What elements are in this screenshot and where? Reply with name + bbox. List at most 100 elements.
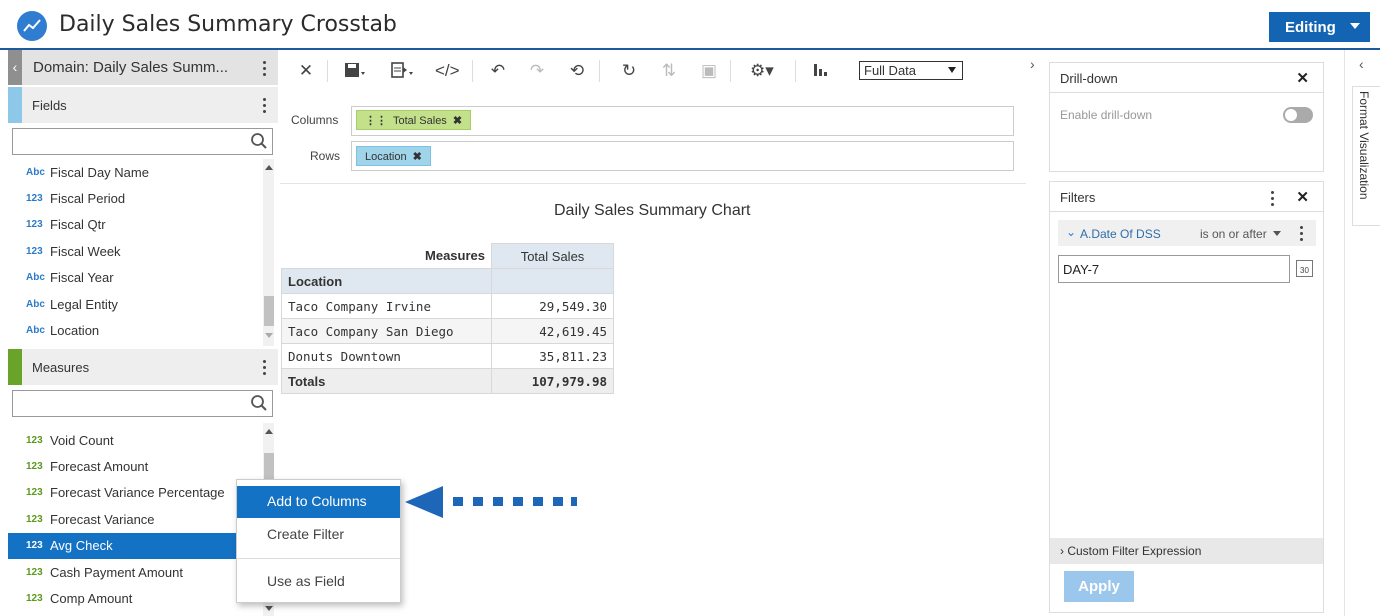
list-item[interactable]: 123 Comp Amount bbox=[8, 585, 263, 611]
fields-search-field[interactable] bbox=[12, 128, 273, 155]
scroll-down-icon[interactable] bbox=[265, 606, 273, 611]
data-mode-select[interactable]: Full Data bbox=[859, 61, 963, 80]
measures-menu-icon[interactable] bbox=[261, 360, 267, 378]
numeric-type-icon: 123 bbox=[26, 513, 43, 525]
drag-handle-icon[interactable]: ⋮⋮ bbox=[365, 115, 387, 127]
list-item[interactable]: Abc Fiscal Day Name bbox=[8, 159, 263, 185]
use-as-field-menu-item[interactable]: Use as Field bbox=[237, 566, 400, 598]
list-item[interactable]: 123 Forecast Variance bbox=[8, 506, 263, 532]
undo-all-icon[interactable]: ⟲ bbox=[566, 61, 588, 83]
measures-accent bbox=[8, 349, 22, 385]
field-name: Fiscal Qtr bbox=[50, 217, 106, 233]
scroll-down-icon[interactable] bbox=[265, 333, 273, 338]
remove-icon[interactable]: ✖ bbox=[413, 151, 422, 163]
chart-icon[interactable] bbox=[810, 61, 832, 83]
table-icon[interactable]: ▣ bbox=[698, 61, 720, 83]
enable-drilldown-label: Enable drill-down bbox=[1060, 108, 1153, 122]
remove-icon[interactable]: ✖ bbox=[453, 115, 462, 127]
rows-pill-label: Location bbox=[365, 151, 407, 163]
chevron-right-icon[interactable]: › bbox=[1030, 56, 1035, 72]
save-icon[interactable] bbox=[344, 61, 366, 83]
divider bbox=[280, 183, 1026, 184]
field-name: Legal Entity bbox=[50, 296, 118, 312]
undo-icon[interactable]: ↶ bbox=[487, 61, 509, 83]
scrollbar-thumb[interactable] bbox=[264, 296, 274, 326]
totals-row: Totals 107,979.98 bbox=[281, 368, 614, 394]
chevron-down-icon[interactable]: ⌄ bbox=[1066, 225, 1076, 239]
text-type-icon: Abc bbox=[26, 166, 45, 178]
create-filter-menu-item[interactable]: Create Filter bbox=[237, 519, 400, 551]
list-item[interactable]: 123 Cash Payment Amount bbox=[8, 559, 263, 585]
filter-operator[interactable]: is on or after bbox=[1200, 227, 1267, 241]
table-row: Donuts Downtown 35,811.23 bbox=[281, 343, 614, 369]
annotation-dash bbox=[493, 497, 503, 506]
list-item[interactable]: 123 Forecast Variance Percentage bbox=[8, 480, 263, 506]
list-item[interactable]: 123 Fiscal Qtr bbox=[8, 212, 263, 238]
measures-search-input[interactable] bbox=[17, 391, 242, 415]
columns-shelf[interactable]: ⋮⋮ Total Sales ✖ bbox=[351, 106, 1014, 136]
list-item[interactable]: 123 Fiscal Week bbox=[8, 238, 263, 264]
fields-menu-icon[interactable] bbox=[261, 98, 267, 116]
sort-icon[interactable]: ⇅ bbox=[658, 61, 680, 83]
crosstab-table: Measures Total Sales Location Taco Compa… bbox=[281, 243, 614, 394]
fields-label: Fields bbox=[32, 98, 67, 113]
domain-label: Domain: Daily Sales Summ... bbox=[33, 59, 229, 76]
row-label: Donuts Downtown bbox=[281, 343, 492, 369]
drilldown-toggle[interactable] bbox=[1283, 107, 1313, 123]
columns-pill[interactable]: ⋮⋮ Total Sales ✖ bbox=[356, 110, 472, 130]
numeric-type-icon: 123 bbox=[26, 593, 43, 605]
filter-value-input[interactable]: DAY-7 bbox=[1058, 255, 1290, 283]
filters-menu-icon[interactable] bbox=[1269, 191, 1275, 209]
calendar-icon[interactable]: 30 bbox=[1296, 260, 1313, 277]
export-icon[interactable] bbox=[390, 61, 413, 83]
measure-name: Void Count bbox=[50, 432, 114, 448]
text-type-icon: Abc bbox=[26, 298, 45, 310]
custom-filter-expression[interactable]: › Custom Filter Expression bbox=[1050, 538, 1323, 564]
filter-row[interactable]: ⌄ A.Date Of DSS is on or after bbox=[1058, 220, 1316, 246]
chevron-down-icon[interactable] bbox=[1273, 231, 1281, 236]
chevron-down-icon bbox=[1350, 23, 1360, 29]
table-row: Taco Company Irvine 29,549.30 bbox=[281, 293, 614, 319]
format-visualization-tab[interactable]: Format Visualization bbox=[1352, 86, 1380, 226]
list-item[interactable]: 123 Fiscal Period bbox=[8, 185, 263, 211]
apply-button[interactable]: Apply bbox=[1064, 571, 1134, 602]
numeric-type-icon: 123 bbox=[26, 540, 43, 552]
list-item[interactable]: Abc Location bbox=[8, 317, 263, 343]
rows-pill[interactable]: Location ✖ bbox=[356, 146, 431, 166]
domain-menu-icon[interactable] bbox=[261, 61, 267, 79]
close-icon[interactable]: ✕ bbox=[295, 61, 317, 83]
redo-icon[interactable]: ↷ bbox=[526, 61, 548, 83]
row-header[interactable]: Location bbox=[281, 268, 492, 294]
list-item-selected[interactable]: 123 Avg Check bbox=[8, 532, 263, 559]
annotation-dash bbox=[473, 497, 483, 506]
scroll-up-icon[interactable] bbox=[265, 429, 273, 434]
gear-icon[interactable]: ⚙▾ bbox=[750, 61, 774, 83]
field-name: Fiscal Week bbox=[50, 243, 121, 259]
annotation-dash bbox=[513, 497, 523, 506]
close-icon[interactable]: ✕ bbox=[1296, 69, 1309, 87]
editing-button[interactable]: Editing bbox=[1269, 12, 1370, 42]
rows-shelf[interactable]: Location ✖ bbox=[351, 141, 1014, 171]
list-item[interactable]: Abc Fiscal Year bbox=[8, 265, 263, 291]
measures-search-field[interactable] bbox=[12, 390, 273, 417]
code-icon[interactable]: </> bbox=[435, 61, 460, 83]
numeric-type-icon: 123 bbox=[26, 193, 43, 205]
page-title: Daily Sales Summary Crosstab bbox=[59, 12, 397, 37]
measure-name: Avg Check bbox=[50, 538, 113, 554]
fields-search-input[interactable] bbox=[17, 129, 242, 153]
add-to-columns-menu-item[interactable]: Add to Columns bbox=[237, 486, 400, 518]
row-value: 42,619.45 bbox=[491, 318, 614, 344]
chevron-left-icon[interactable]: ‹ bbox=[1359, 56, 1364, 72]
column-header[interactable]: Total Sales bbox=[491, 243, 614, 269]
list-item[interactable]: Abc Legal Entity bbox=[8, 291, 263, 317]
scroll-up-icon[interactable] bbox=[265, 165, 273, 170]
report-toolbar: ✕ </> ↶ ↷ ⟲ ↻ ⇅ ▣ ⚙▾ Full Data bbox=[280, 50, 1026, 92]
fields-scrollbar[interactable] bbox=[263, 159, 274, 346]
close-icon[interactable]: ✕ bbox=[1296, 188, 1309, 206]
filter-row-menu-icon[interactable] bbox=[1298, 226, 1304, 244]
list-item[interactable]: 123 Forecast Amount bbox=[8, 453, 263, 479]
switch-axes-icon[interactable]: ↻ bbox=[618, 61, 640, 83]
chevron-left-icon[interactable]: ‹ bbox=[8, 50, 22, 85]
list-item[interactable]: 123 Void Count bbox=[8, 427, 263, 453]
drilldown-header: Drill-down ✕ bbox=[1050, 63, 1323, 93]
